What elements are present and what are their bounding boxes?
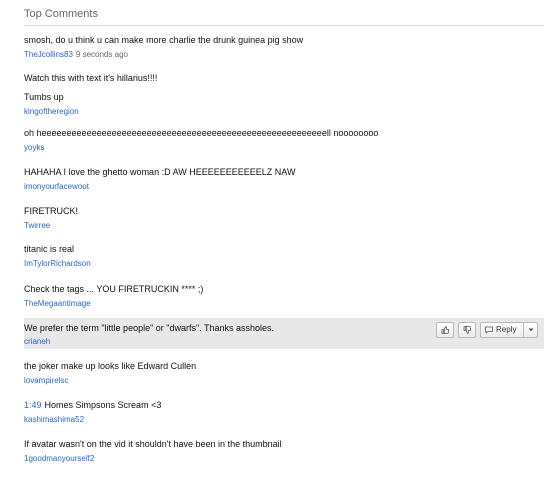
comment-text: oh heeeeeeeeeeeeeeeeeeeeeeeeeeeeeeeeeeee…: [24, 128, 379, 138]
comment-text-body: Homes Simpsons Scream <3: [44, 400, 162, 410]
comment-meta: lovampirelsc: [24, 376, 68, 386]
comment-item: FIRETRUCK! Twirree: [24, 205, 544, 233]
comment-username[interactable]: imonyourfacewoot: [24, 182, 89, 191]
comment-meta: TheJcollins83 9 seconds ago: [24, 50, 128, 60]
reply-button[interactable]: Reply: [480, 322, 527, 338]
thumbs-down-button[interactable]: [458, 322, 476, 338]
comment-username[interactable]: ImTylorRichardson: [24, 259, 91, 268]
comment-username[interactable]: TheJcollins83: [24, 50, 73, 59]
comments-section: Top Comments smosh, do u think u can mak…: [0, 0, 554, 479]
reply-control: Reply: [480, 322, 538, 338]
comment-meta: kashimashima52: [24, 415, 84, 425]
comment-item: We prefer the term "little people" or "d…: [24, 318, 544, 349]
comment-username[interactable]: TheMegaantimage: [24, 299, 91, 308]
comment-meta: 1goodmanyourself2: [24, 454, 94, 464]
comment-text: smosh, do u think u can make more charli…: [24, 35, 304, 45]
comment-text: FIRETRUCK!: [24, 206, 78, 216]
reply-icon: [485, 326, 493, 334]
comment-item: 1:49 Homes Simpsons Scream <3 kashimashim…: [24, 399, 544, 427]
comment-text: Tumbs up: [24, 92, 64, 102]
comment-text: HAHAHA I love the ghetto woman :D AW HEE…: [24, 167, 296, 177]
comment-item: Check the tags ... YOU FIRETRUCKIN **** …: [24, 283, 544, 311]
comment-item: Tumbs up kingoftheregion: [24, 91, 544, 119]
comment-text: titanic is real: [24, 244, 75, 254]
comment-item: Watch this with text it's hillarius!!!!: [24, 72, 544, 88]
reply-dropdown-button[interactable]: [523, 322, 538, 338]
thumbs-down-icon: [463, 326, 472, 334]
comment-meta: yoyks: [24, 143, 44, 153]
chevron-down-icon: [528, 328, 533, 332]
comment-time: 9 seconds ago: [75, 50, 128, 59]
comment-username[interactable]: Twirree: [24, 221, 50, 230]
comment-username[interactable]: kashimashima52: [24, 415, 84, 424]
comment-username[interactable]: lovampirelsc: [24, 376, 68, 385]
comment-text: Watch this with text it's hillarius!!!!: [24, 73, 158, 83]
comment-username[interactable]: kingoftheregion: [24, 107, 79, 116]
comment-item: smosh, do u think u can make more charli…: [24, 34, 544, 62]
comment-item: titanic is real ImTylorRichardson: [24, 243, 544, 271]
comment-text: If avatar wasn't on the vid it shouldn't…: [24, 439, 282, 449]
thumbs-up-button[interactable]: [436, 322, 454, 338]
comment-meta: imonyourfacewoot: [24, 182, 89, 192]
comment-text: the joker make up looks like Edward Cull…: [24, 361, 197, 371]
comment-meta: Twirree: [24, 221, 50, 231]
comment-item: the joker make up looks like Edward Cull…: [24, 360, 544, 388]
thumbs-up-icon: [441, 326, 450, 334]
comment-actions: Reply: [436, 322, 538, 338]
comment-username[interactable]: crianeh: [24, 337, 50, 346]
comment-text: Check the tags ... YOU FIRETRUCKIN **** …: [24, 284, 204, 294]
comments-header: Top Comments: [24, 7, 544, 26]
comment-item: HAHAHA I love the ghetto woman :D AW HEE…: [24, 166, 544, 194]
comment-meta: crianeh: [24, 337, 50, 347]
comment-text: 1:49 Homes Simpsons Scream <3: [24, 399, 161, 411]
comment-item: oh heeeeeeeeeeeeeeeeeeeeeeeeeeeeeeeeeeee…: [24, 127, 544, 155]
top-comments-title: Top Comments: [24, 8, 98, 20]
comment-meta: TheMegaantimage: [24, 299, 91, 309]
comment-text: We prefer the term "little people" or "d…: [24, 323, 275, 333]
comment-meta: ImTylorRichardson: [24, 259, 91, 269]
comment-username[interactable]: 1goodmanyourself2: [24, 454, 94, 463]
comment-username[interactable]: yoyks: [24, 143, 44, 152]
reply-label: Reply: [496, 325, 517, 334]
comment-item: If avatar wasn't on the vid it shouldn't…: [24, 438, 544, 466]
comment-meta: kingoftheregion: [24, 107, 79, 117]
timestamp-link[interactable]: 1:49: [24, 400, 42, 410]
